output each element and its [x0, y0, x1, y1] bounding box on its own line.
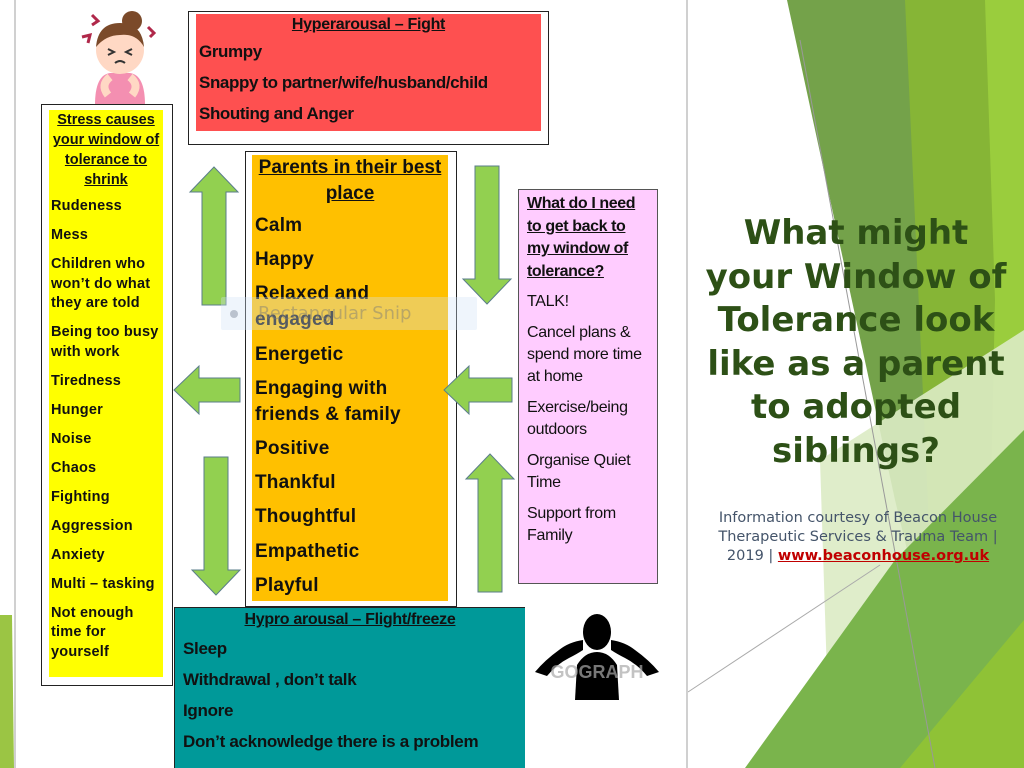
- hyperarousal-box: Hyperarousal – Fight Grumpy Snappy to pa…: [196, 14, 541, 131]
- list-item: Support from Family: [527, 505, 616, 544]
- list-item: Ignore: [183, 701, 234, 720]
- list-item: Anxiety: [51, 546, 105, 563]
- arrow-left-icon: [173, 364, 241, 416]
- recovery-needs-box: What do I need to get back to my window …: [518, 189, 658, 584]
- list-item: Grumpy: [199, 42, 262, 61]
- beaconhouse-link[interactable]: www.beaconhouse.org.uk: [778, 548, 989, 564]
- snip-icon: [230, 310, 238, 318]
- list-item: TALK!: [527, 293, 569, 310]
- list-item: Engaging with friends & family: [255, 377, 401, 425]
- slide-headline: What might your Window of Tolerance look…: [705, 213, 1007, 471]
- list-item: Energetic: [255, 343, 344, 365]
- stress-box: Stress causes your window of tolerance t…: [49, 110, 163, 677]
- list-item: Don’t acknowledge there is a problem: [183, 732, 479, 751]
- list-item: Not enough time for yourself: [51, 604, 134, 660]
- list-item: Rudeness: [51, 198, 122, 214]
- hypoarousal-title: Hypro arousal – Flight/freeze: [244, 611, 456, 628]
- list-item: Shouting and Anger: [199, 104, 354, 123]
- list-item: Snappy to partner/wife/husband/child: [199, 73, 488, 92]
- slide-edge-divider: [686, 0, 688, 768]
- list-item: Exercise/being outdoors: [527, 399, 628, 438]
- list-item: Happy: [255, 249, 315, 271]
- list-item: Organise Quiet Time: [527, 452, 631, 491]
- arrow-down-icon: [461, 165, 513, 305]
- watermark-text: GOGRAPH: [550, 662, 643, 682]
- arrow-left-icon: [443, 364, 513, 416]
- slide-edge-left: [14, 0, 16, 768]
- list-item: Sleep: [183, 639, 227, 658]
- list-item: Chaos: [51, 459, 97, 476]
- list-item: Hunger: [51, 401, 103, 418]
- best-place-title: Parents in their best place: [258, 157, 442, 204]
- list-item: Tiredness: [51, 372, 122, 389]
- list-item: Withdrawal , don’t talk: [183, 670, 357, 689]
- list-item: Thankful: [255, 472, 336, 494]
- arrow-up-icon: [464, 453, 516, 593]
- list-item: Aggression: [51, 517, 133, 534]
- list-item: Positive: [255, 437, 330, 459]
- arrow-up-icon: [188, 166, 240, 306]
- stress-title: Stress causes your window of tolerance t…: [52, 112, 160, 188]
- covering-ears-silhouette-image: GOGRAPH: [535, 614, 659, 700]
- recovery-needs-title: What do I need to get back to my window …: [527, 195, 636, 280]
- list-item: Fighting: [51, 488, 110, 505]
- snip-label: Rectangular Snip: [258, 303, 412, 324]
- list-item: Calm: [255, 215, 303, 236]
- list-item: Being too busy with work: [51, 324, 159, 360]
- list-item: Cancel plans & spend more time at home: [527, 324, 642, 385]
- list-item: Thoughtful: [255, 506, 357, 528]
- best-place-box: Parents in their best place Calm Happy R…: [252, 155, 448, 601]
- stressed-woman-image: [81, 11, 157, 105]
- list-item: Playful: [255, 574, 319, 596]
- hyperarousal-title: Hyperarousal – Fight: [291, 16, 446, 33]
- hypoarousal-box: Hypro arousal – Flight/freeze Sleep With…: [174, 607, 525, 768]
- list-item: Children who won’t do what they are told: [51, 256, 151, 311]
- list-item: Empathetic: [255, 540, 360, 562]
- credit-text: Information courtesy of Beacon House The…: [700, 509, 1016, 566]
- list-item: Noise: [51, 430, 92, 447]
- arrow-down-icon: [190, 456, 242, 596]
- list-item: Multi – tasking: [51, 575, 155, 592]
- list-item: Mess: [51, 227, 89, 243]
